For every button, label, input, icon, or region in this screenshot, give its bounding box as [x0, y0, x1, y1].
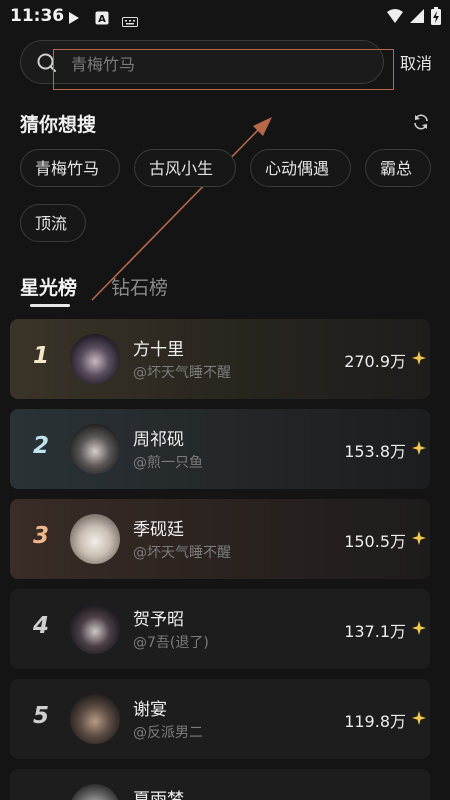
- popularity-score: 119.8万: [344, 712, 406, 731]
- avatar: [70, 424, 120, 474]
- status-time: 11:36: [10, 6, 65, 26]
- character-name: 方十里: [133, 340, 184, 360]
- author-handle: @7吾(退了): [133, 635, 209, 651]
- suggest-chip[interactable]: 霸总: [365, 149, 431, 187]
- author-handle: @煎一只鱼: [133, 455, 203, 471]
- popularity-score: 150.5万: [344, 532, 406, 551]
- rank-number: 3: [32, 523, 49, 549]
- cancel-button[interactable]: 取消: [400, 50, 432, 74]
- character-name: 谢宴: [133, 700, 167, 720]
- sparkle-icon: [412, 530, 426, 549]
- rank-number: 5: [32, 703, 49, 729]
- suggest-chip[interactable]: 顶流: [20, 204, 86, 242]
- keyboard-a-icon: A: [95, 10, 109, 29]
- avatar: [70, 334, 120, 384]
- ranking-card[interactable]: 4 贺予昭 @7吾(退了) 137.1万: [10, 589, 430, 669]
- popularity-score: 153.8万: [344, 442, 406, 461]
- character-name: 夏雨梦: [133, 790, 184, 800]
- tab-diamond-ranking[interactable]: 钻石榜: [111, 273, 168, 300]
- author-handle: @坏天气睡不醒: [133, 545, 231, 561]
- sparkle-icon: [412, 350, 426, 369]
- highlight-box-annotation: [53, 49, 394, 90]
- character-name: 贺予昭: [133, 610, 184, 630]
- popularity-score: 270.9万: [344, 352, 406, 371]
- cellular-signal-icon: [409, 8, 425, 28]
- suggest-title: 猜你想搜: [20, 114, 97, 136]
- tab-starlight-ranking[interactable]: 星光榜: [20, 273, 77, 300]
- rank-number: 1: [32, 343, 49, 369]
- search-bar: 取消: [0, 36, 450, 90]
- suggest-chip[interactable]: 心动偶遇: [250, 149, 351, 187]
- ranking-card[interactable]: 夏雨梦: [10, 769, 430, 800]
- wifi-icon: [386, 8, 404, 28]
- avatar: [70, 514, 120, 564]
- ranking-card[interactable]: 5 谢宴 @反派男二 119.8万: [10, 679, 430, 759]
- avatar: [70, 694, 120, 744]
- suggest-chip[interactable]: 青梅竹马: [20, 149, 120, 187]
- avatar: [70, 784, 120, 800]
- sparkle-icon: [412, 620, 426, 639]
- sparkle-icon: [412, 440, 426, 459]
- ranking-card[interactable]: 2 周祁砚 @煎一只鱼 153.8万: [10, 409, 430, 489]
- popularity-score: 137.1万: [344, 622, 406, 641]
- author-handle: @反派男二: [133, 725, 203, 741]
- keyboard-icon: [122, 12, 138, 31]
- character-name: 季砚廷: [133, 520, 184, 540]
- sparkle-icon: [412, 710, 426, 729]
- svg-text:A: A: [98, 14, 106, 25]
- avatar: [70, 604, 120, 654]
- play-icon: [68, 10, 80, 29]
- ranking-card[interactable]: 3 季砚廷 @坏天气睡不醒 150.5万: [10, 499, 430, 579]
- character-name: 周祁砚: [133, 430, 184, 450]
- rank-number: 2: [32, 433, 49, 459]
- suggest-chip[interactable]: 古风小生: [134, 149, 236, 187]
- status-bar: 11:36 A: [0, 0, 450, 34]
- battery-charging-icon: [431, 7, 441, 29]
- ranking-card[interactable]: 1 方十里 @坏天气睡不醒 270.9万: [10, 319, 430, 399]
- author-handle: @坏天气睡不醒: [133, 365, 231, 381]
- active-tab-indicator: [30, 304, 70, 307]
- refresh-icon[interactable]: [412, 113, 430, 135]
- rank-number: 4: [32, 613, 49, 639]
